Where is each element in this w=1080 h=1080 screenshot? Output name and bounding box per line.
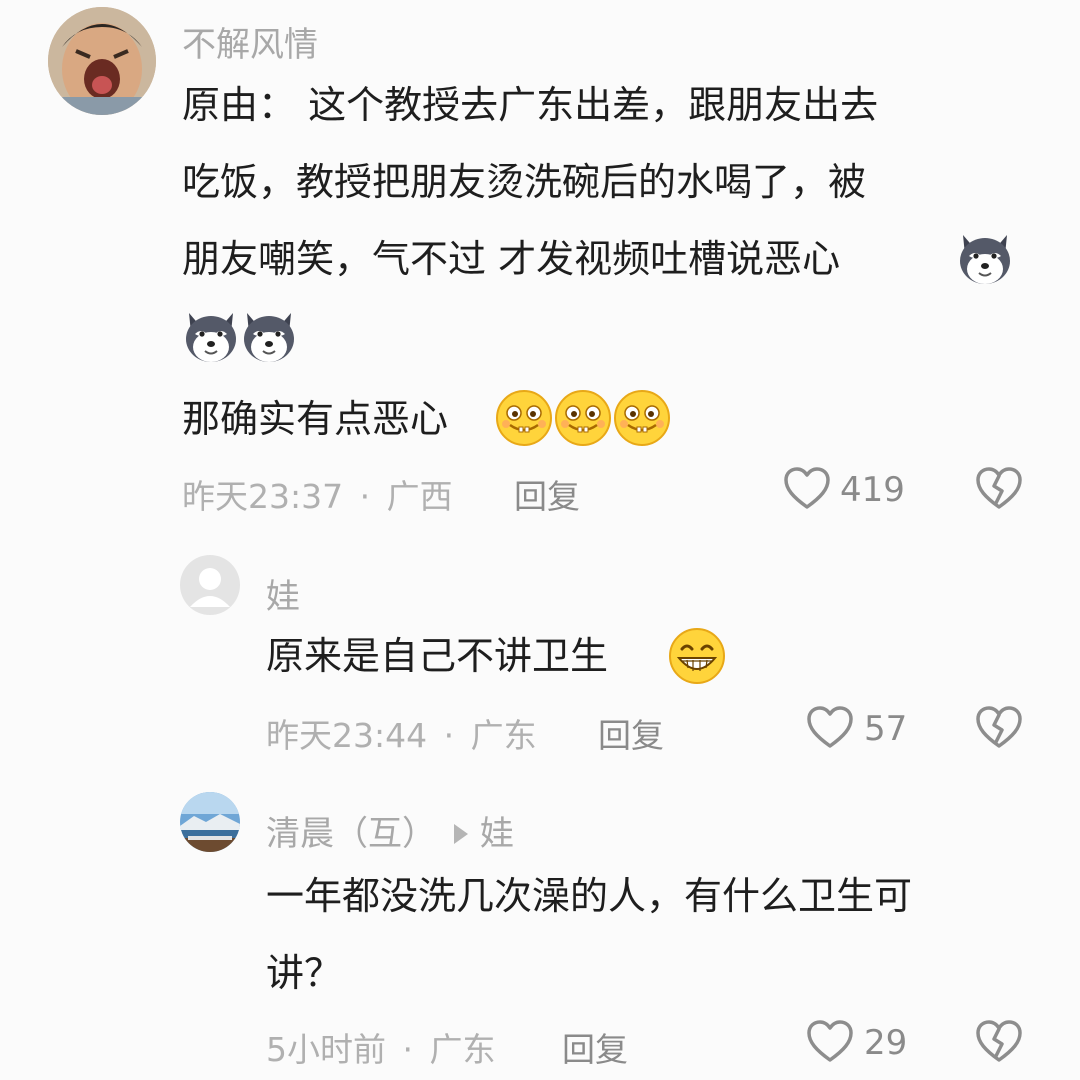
husky-emoji-icon: [181, 307, 241, 367]
avatar-photo-icon: [48, 7, 156, 115]
comment-author: 清晨（互） 娃: [266, 806, 514, 855]
reply-button[interactable]: 回复: [562, 1023, 628, 1071]
comment-meta: 5小时前 · 广东: [266, 1023, 496, 1071]
comment-text-line: 原由： 这个教授去广东出差，跟朋友出去: [182, 83, 879, 127]
comment-text-line: 那确实有点恶心: [182, 397, 449, 441]
giggle-emoji-icon: [494, 388, 554, 448]
avatar[interactable]: [180, 792, 240, 852]
like-count: 419: [840, 470, 905, 510]
landscape-photo-icon: [180, 792, 240, 852]
avatar[interactable]: [48, 7, 156, 115]
comment-meta: 昨天23:37 · 广西: [182, 470, 453, 518]
meta-separator: ·: [443, 716, 455, 755]
broken-heart-icon[interactable]: [975, 705, 1023, 749]
comment-location: 广东: [470, 716, 537, 755]
comment-author-name[interactable]: 清晨（互）: [266, 814, 436, 854]
comment-location: 广西: [386, 477, 453, 516]
comment-location: 广东: [429, 1030, 496, 1069]
heart-outline-icon[interactable]: [806, 1019, 854, 1063]
husky-emoji-icon: [239, 307, 299, 367]
giggle-emoji-icon: [612, 388, 672, 448]
comment-text-line: 朋友嘲笑，气不过 才发视频吐槽说恶心: [182, 237, 841, 281]
comment-time: 昨天23:44: [266, 716, 428, 755]
comment-time: 昨天23:37: [182, 477, 344, 516]
reply-arrow-icon: [454, 823, 468, 844]
comment-text-line: 一年都没洗几次澡的人，有什么卫生可: [266, 874, 913, 918]
giggle-emoji-icon: [553, 388, 613, 448]
husky-emoji-icon: [955, 229, 1015, 289]
comment-text-line: 原来是自己不讲卫生: [266, 634, 609, 678]
user-placeholder-icon[interactable]: [180, 555, 240, 615]
reply-to-name[interactable]: 娃: [480, 814, 514, 854]
grin-emoji-icon: [667, 626, 727, 686]
comment-text-line: 吃饭，教授把朋友烫洗碗后的水喝了，被: [182, 160, 867, 204]
comment-author[interactable]: 娃: [266, 569, 300, 618]
meta-separator: ·: [359, 477, 371, 516]
comment-text-line: 讲？: [266, 951, 343, 995]
heart-outline-icon[interactable]: [783, 466, 831, 510]
broken-heart-icon[interactable]: [975, 466, 1023, 510]
reply-button[interactable]: 回复: [514, 470, 580, 518]
reply-button[interactable]: 回复: [598, 709, 664, 757]
comment-time: 5小时前: [266, 1030, 386, 1069]
like-count: 57: [864, 709, 908, 749]
heart-outline-icon[interactable]: [806, 705, 854, 749]
comment-meta: 昨天23:44 · 广东: [266, 709, 537, 757]
broken-heart-icon[interactable]: [975, 1019, 1023, 1063]
like-count: 29: [864, 1023, 908, 1063]
meta-separator: ·: [402, 1030, 414, 1069]
comment-author[interactable]: 不解风情: [182, 17, 318, 66]
